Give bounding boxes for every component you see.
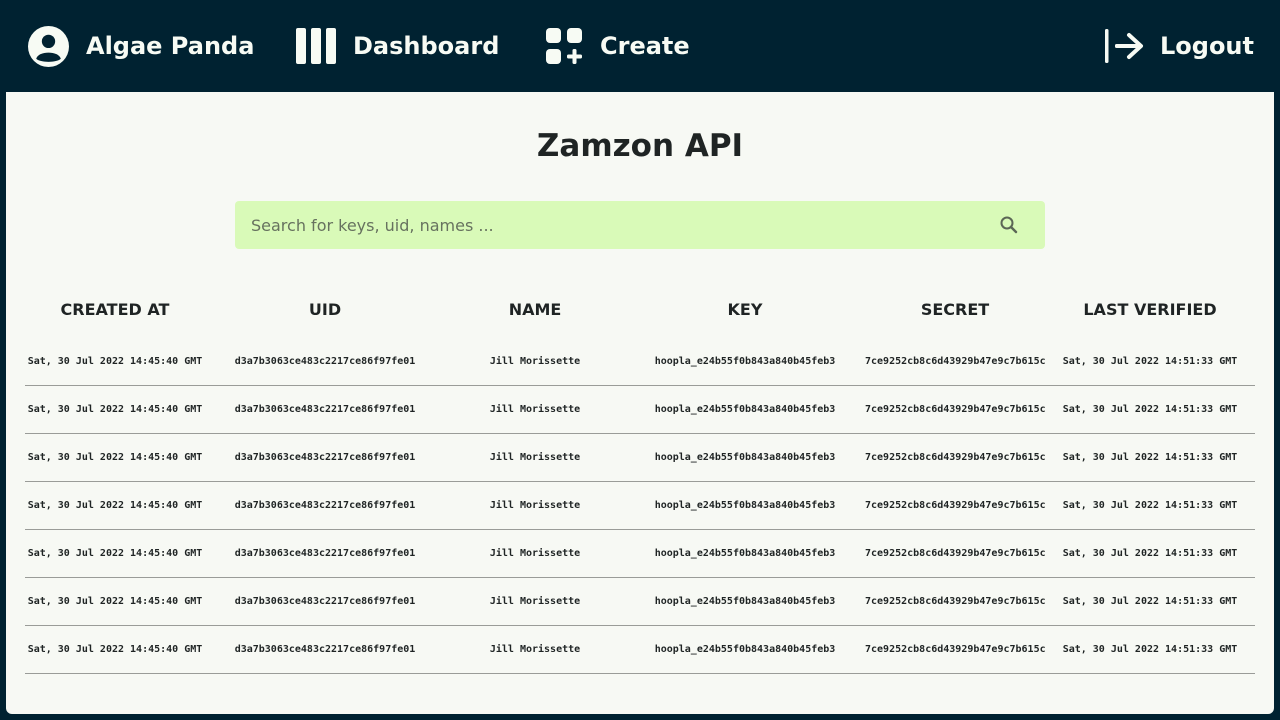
cell-key: hoopla_e24b55f0b843a840b45feb3 (654, 452, 836, 463)
cell-name: Jill Morissette (489, 596, 581, 607)
table-body: Sat, 30 Jul 2022 14:45:40 GMT d3a7b3063c… (25, 338, 1255, 674)
cell-name: Jill Morissette (489, 500, 581, 511)
table-header: CREATED AT UID NAME KEY SECRET LAST VERI… (25, 294, 1255, 324)
cell-last-verified: Sat, 30 Jul 2022 14:51:33 GMT (1062, 644, 1238, 655)
cell-secret: 7ce9252cb8c6d43929b47e9c7b615c (865, 596, 1045, 607)
cell-created-at: Sat, 30 Jul 2022 14:45:40 GMT (27, 644, 203, 655)
cell-created-at: Sat, 30 Jul 2022 14:45:40 GMT (27, 596, 203, 607)
cell-name: Jill Morissette (489, 404, 581, 415)
header-uid[interactable]: UID (205, 300, 445, 319)
cell-created-at: Sat, 30 Jul 2022 14:45:40 GMT (27, 404, 203, 415)
table-row[interactable]: Sat, 30 Jul 2022 14:45:40 GMT d3a7b3063c… (25, 338, 1255, 386)
cell-created-at: Sat, 30 Jul 2022 14:45:40 GMT (27, 356, 203, 367)
cell-key: hoopla_e24b55f0b843a840b45feb3 (654, 548, 836, 559)
nav-dashboard[interactable]: Dashboard (296, 0, 499, 92)
nav-logout-label: Logout (1159, 32, 1254, 60)
cell-uid: d3a7b3063ce483c2217ce86f97fe01 (234, 452, 416, 463)
search-icon[interactable] (999, 215, 1019, 235)
table-row[interactable]: Sat, 30 Jul 2022 14:45:40 GMT d3a7b3063c… (25, 626, 1255, 674)
table-row[interactable]: Sat, 30 Jul 2022 14:45:40 GMT d3a7b3063c… (25, 434, 1255, 482)
header-created-at[interactable]: CREATED AT (25, 300, 205, 319)
cell-last-verified: Sat, 30 Jul 2022 14:51:33 GMT (1062, 452, 1238, 463)
cell-key: hoopla_e24b55f0b843a840b45feb3 (654, 644, 836, 655)
user-circle-icon (28, 25, 69, 67)
main-panel: Zamzon API CREATED AT UID NAME KEY SECRE… (6, 92, 1274, 714)
cell-key: hoopla_e24b55f0b843a840b45feb3 (654, 596, 836, 607)
cell-last-verified: Sat, 30 Jul 2022 14:51:33 GMT (1062, 596, 1238, 607)
header-last-verified[interactable]: LAST VERIFIED (1045, 300, 1255, 319)
cell-key: hoopla_e24b55f0b843a840b45feb3 (654, 356, 836, 367)
nav-create[interactable]: Create (546, 0, 690, 92)
header-key[interactable]: KEY (625, 300, 865, 319)
cell-uid: d3a7b3063ce483c2217ce86f97fe01 (234, 500, 416, 511)
api-keys-table: CREATED AT UID NAME KEY SECRET LAST VERI… (25, 294, 1255, 674)
cell-uid: d3a7b3063ce483c2217ce86f97fe01 (234, 644, 416, 655)
columns-icon (296, 28, 336, 64)
nav-dashboard-label: Dashboard (353, 32, 500, 60)
cell-key: hoopla_e24b55f0b843a840b45feb3 (654, 404, 836, 415)
cell-secret: 7ce9252cb8c6d43929b47e9c7b615c (865, 548, 1045, 559)
cell-uid: d3a7b3063ce483c2217ce86f97fe01 (234, 404, 416, 415)
cell-secret: 7ce9252cb8c6d43929b47e9c7b615c (865, 356, 1045, 367)
nav-logout[interactable]: Logout (1104, 0, 1254, 92)
logout-arrow-icon (1104, 29, 1145, 63)
cell-secret: 7ce9252cb8c6d43929b47e9c7b615c (865, 452, 1045, 463)
search-input[interactable] (235, 201, 999, 249)
cell-created-at: Sat, 30 Jul 2022 14:45:40 GMT (27, 548, 203, 559)
cell-last-verified: Sat, 30 Jul 2022 14:51:33 GMT (1062, 404, 1238, 415)
cell-key: hoopla_e24b55f0b843a840b45feb3 (654, 500, 836, 511)
cell-uid: d3a7b3063ce483c2217ce86f97fe01 (234, 356, 416, 367)
cell-created-at: Sat, 30 Jul 2022 14:45:40 GMT (27, 500, 203, 511)
table-row[interactable]: Sat, 30 Jul 2022 14:45:40 GMT d3a7b3063c… (25, 530, 1255, 578)
table-row[interactable]: Sat, 30 Jul 2022 14:45:40 GMT d3a7b3063c… (25, 482, 1255, 530)
table-row[interactable]: Sat, 30 Jul 2022 14:45:40 GMT d3a7b3063c… (25, 578, 1255, 626)
top-nav: Algae Panda Dashboard Create Logout (0, 0, 1280, 92)
cell-uid: d3a7b3063ce483c2217ce86f97fe01 (234, 596, 416, 607)
header-secret[interactable]: SECRET (865, 300, 1045, 319)
nav-user-profile[interactable]: Algae Panda (28, 0, 254, 92)
header-name[interactable]: NAME (445, 300, 625, 319)
grid-plus-icon (546, 28, 582, 64)
cell-name: Jill Morissette (489, 356, 581, 367)
cell-last-verified: Sat, 30 Jul 2022 14:51:33 GMT (1062, 356, 1238, 367)
nav-create-label: Create (600, 32, 690, 60)
cell-name: Jill Morissette (489, 452, 581, 463)
cell-secret: 7ce9252cb8c6d43929b47e9c7b615c (865, 500, 1045, 511)
page-title: Zamzon API (536, 128, 744, 164)
table-row[interactable]: Sat, 30 Jul 2022 14:45:40 GMT d3a7b3063c… (25, 386, 1255, 434)
cell-last-verified: Sat, 30 Jul 2022 14:51:33 GMT (1062, 548, 1238, 559)
cell-created-at: Sat, 30 Jul 2022 14:45:40 GMT (27, 452, 203, 463)
cell-uid: d3a7b3063ce483c2217ce86f97fe01 (234, 548, 416, 559)
nav-user-label: Algae Panda (86, 32, 255, 60)
search-bar (235, 201, 1045, 249)
cell-secret: 7ce9252cb8c6d43929b47e9c7b615c (865, 404, 1045, 415)
cell-name: Jill Morissette (489, 644, 581, 655)
cell-last-verified: Sat, 30 Jul 2022 14:51:33 GMT (1062, 500, 1238, 511)
cell-secret: 7ce9252cb8c6d43929b47e9c7b615c (865, 644, 1045, 655)
cell-name: Jill Morissette (489, 548, 581, 559)
